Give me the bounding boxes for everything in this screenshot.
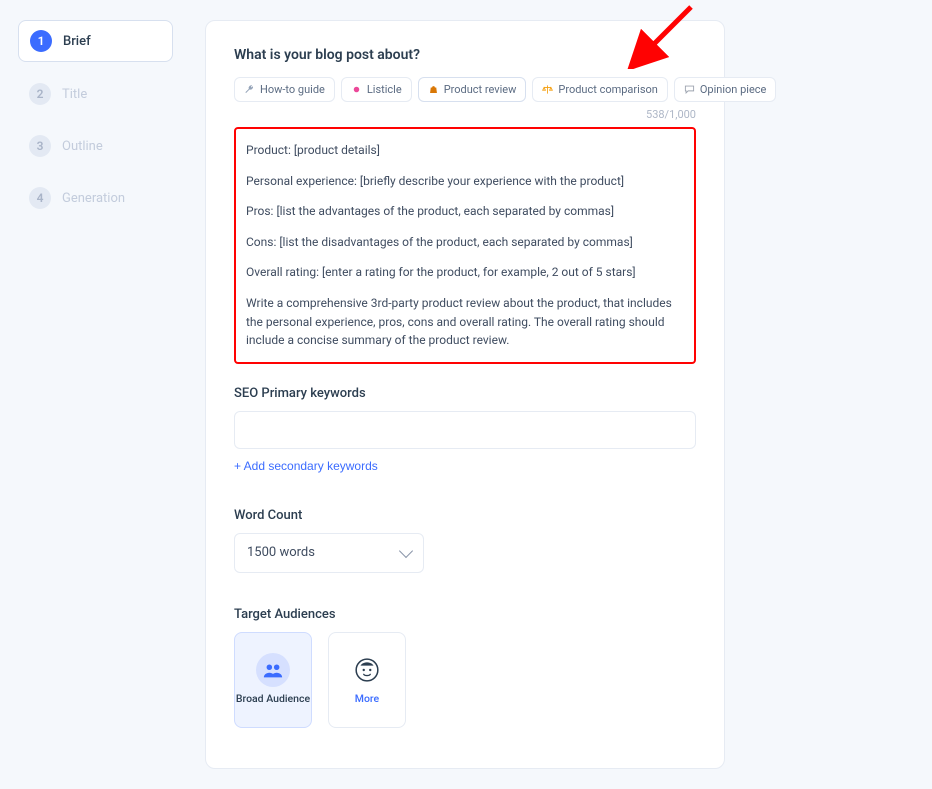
audiences-label: Target Audiences (234, 607, 696, 622)
step-label: Brief (63, 34, 91, 49)
bag-icon (428, 84, 439, 95)
brief-line: Cons: [list the disadvantages of the pro… (246, 233, 684, 252)
step-title[interactable]: 2 Title (18, 74, 173, 114)
chip-label: Product review (444, 83, 517, 96)
type-how-to-guide[interactable]: How-to guide (234, 77, 335, 102)
step-number: 1 (30, 30, 52, 52)
char-count: 538/1,000 (234, 108, 696, 121)
audience-broad[interactable]: Broad Audience (234, 632, 312, 728)
step-number: 4 (29, 187, 51, 209)
type-product-review[interactable]: Product review (418, 77, 527, 102)
type-listicle[interactable]: Listicle (341, 77, 412, 102)
word-count-label: Word Count (234, 508, 696, 523)
face-icon (350, 653, 384, 687)
type-opinion-piece[interactable]: Opinion piece (674, 77, 777, 102)
step-label: Title (62, 87, 87, 102)
brief-line: Write a comprehensive 3rd-party product … (246, 294, 684, 350)
step-label: Generation (62, 191, 125, 206)
sidebar: 1 Brief 2 Title 3 Outline 4 Generation (18, 20, 173, 769)
step-brief[interactable]: 1 Brief (18, 20, 173, 62)
scales-icon (542, 84, 553, 95)
brief-line: Product: [product details] (246, 141, 684, 160)
dot-icon (351, 84, 362, 95)
word-count-value: 1500 words (247, 545, 315, 560)
step-outline[interactable]: 3 Outline (18, 126, 173, 166)
chevron-down-icon (399, 544, 413, 558)
audience-more[interactable]: More (328, 632, 406, 728)
brief-textarea[interactable]: Product: [product details] Personal expe… (234, 127, 696, 364)
brief-line: Personal experience: [briefly describe y… (246, 172, 684, 191)
word-count-select[interactable]: 1500 words (234, 533, 424, 573)
wrench-icon (244, 84, 255, 95)
group-icon (256, 653, 290, 687)
brief-title: What is your blog post about? (234, 47, 696, 63)
word-count-section: Word Count 1500 words (234, 508, 696, 573)
chip-label: Opinion piece (700, 83, 767, 96)
type-product-comparison[interactable]: Product comparison (532, 77, 667, 102)
chip-label: Product comparison (558, 83, 657, 96)
step-label: Outline (62, 139, 103, 154)
chip-label: Listicle (367, 83, 402, 96)
step-number: 3 (29, 135, 51, 157)
target-audiences-section: Target Audiences Broad Audience More (234, 607, 696, 728)
audience-label: More (355, 693, 379, 706)
step-generation[interactable]: 4 Generation (18, 178, 173, 218)
chat-icon (684, 84, 695, 95)
seo-label: SEO Primary keywords (234, 386, 696, 401)
post-type-row: How-to guide Listicle Product review Pro… (234, 77, 696, 102)
add-secondary-keywords-button[interactable]: + Add secondary keywords (234, 459, 378, 473)
brief-line: Pros: [list the advantages of the produc… (246, 202, 684, 221)
seo-primary-input[interactable] (234, 411, 696, 449)
seo-section: SEO Primary keywords + Add secondary key… (234, 386, 696, 474)
audience-label: Broad Audience (236, 693, 310, 706)
step-number: 2 (29, 83, 51, 105)
brief-panel: What is your blog post about? How-to gui… (205, 20, 725, 769)
brief-line: Overall rating: [enter a rating for the … (246, 263, 684, 282)
chip-label: How-to guide (260, 83, 325, 96)
